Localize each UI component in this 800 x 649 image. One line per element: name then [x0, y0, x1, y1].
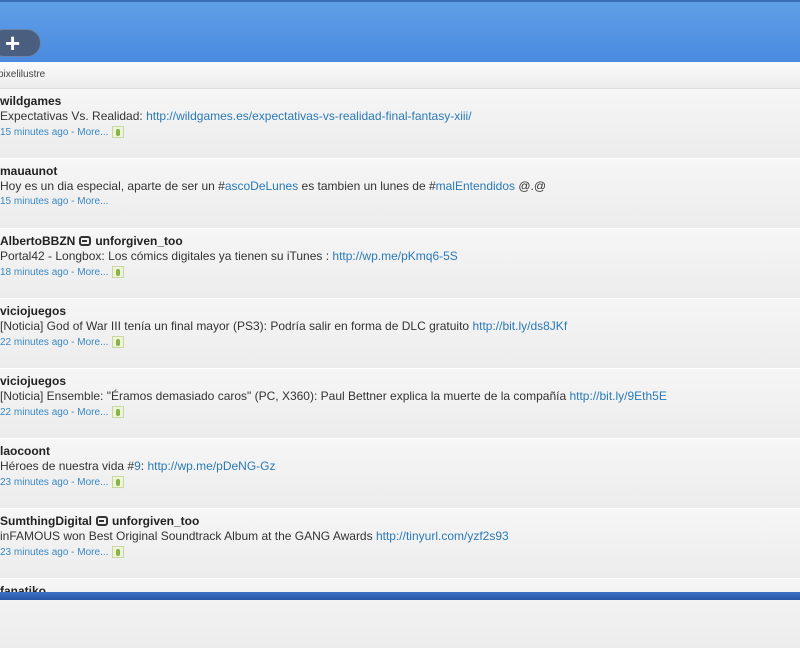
tweet-text-segment: Hoy es un dia especial, aparte de ser un…	[0, 179, 225, 193]
tweet-meta: 18 minutes ago - More...	[0, 266, 800, 278]
tweet-header: AlbertoBBZN unforgiven_too	[0, 234, 800, 248]
timestamp: 23 minutes ago	[0, 476, 69, 488]
location-icon[interactable]	[112, 406, 125, 418]
more-link[interactable]: More...	[77, 337, 108, 348]
tweet-text-segment: Héroes de nuestra vida #	[0, 459, 135, 473]
tweet-header: mauaunot	[0, 164, 800, 178]
timestamp: 22 minutes ago	[0, 336, 69, 348]
tweet-header: laocoont	[0, 444, 800, 458]
tweet-link[interactable]: http://wp.me/pDeNG-Gz	[147, 459, 275, 473]
tweet-row: laocoont Héroes de nuestra vida #9: http:…	[0, 439, 800, 509]
tweet-link[interactable]: malEntendidos	[436, 179, 515, 193]
more-link[interactable]: More...	[77, 477, 108, 488]
tweet-meta: 22 minutes ago - More...	[0, 336, 800, 348]
username[interactable]: viciojuegos	[0, 374, 66, 388]
tweet-link[interactable]: http://bit.ly/9Eth5E	[569, 389, 666, 403]
username[interactable]: wildgames	[0, 94, 61, 108]
tweet-meta: 23 minutes ago - More...	[0, 476, 800, 488]
tweet-text: inFAMOUS won Best Original Soundtrack Al…	[0, 529, 800, 543]
tweet-row: viciojuegos [Noticia] God of War III tení…	[0, 299, 800, 369]
location-icon[interactable]	[112, 546, 125, 558]
timestamp: 15 minutes ago	[0, 126, 69, 138]
tweet-row: wildgames Expectativas Vs. Realidad: http…	[0, 89, 800, 159]
tweet-list: wildgames Expectativas Vs. Realidad: http…	[0, 89, 800, 649]
tweet-header: viciojuegos	[0, 304, 800, 318]
tweet-link[interactable]: http://wildgames.es/expectativas-vs-real…	[146, 109, 471, 123]
tweet-text-segment: Expectativas Vs. Realidad:	[0, 109, 147, 123]
location-icon[interactable]	[112, 126, 125, 138]
tweet-link[interactable]: http://wp.me/pKmq6-5S	[332, 249, 457, 263]
more-link[interactable]: More...	[77, 547, 108, 558]
tweet-text-segment: [Noticia] God of War III tenía un final …	[0, 319, 473, 333]
tweet-header: SumthingDigital unforgiven_too	[0, 514, 800, 528]
tweet-meta: 22 minutes ago - More...	[0, 406, 800, 418]
tweet-row: SumthingDigital unforgiven_too inFAMOUS wo…	[0, 509, 800, 579]
more-link[interactable]: More...	[77, 196, 108, 207]
tweet-link[interactable]: http://tinyurl.com/yzf2s93	[376, 529, 509, 543]
tweet-text: [Noticia] Ensemble: "Éramos demasiado ca…	[0, 389, 800, 403]
tweet-row: fanatiko	[0, 579, 800, 649]
top-bar: +	[0, 0, 800, 62]
username[interactable]: viciojuegos	[0, 304, 66, 318]
tweet-meta: 15 minutes ago - More...	[0, 126, 800, 138]
more-link[interactable]: More...	[77, 407, 108, 418]
location-icon[interactable]	[112, 336, 125, 348]
username[interactable]: laocoont	[0, 444, 50, 458]
username[interactable]: AlbertoBBZN	[0, 234, 75, 248]
retweeter[interactable]: unforgiven_too	[95, 234, 182, 248]
username[interactable]: SumthingDigital	[0, 514, 92, 528]
tweet-text: Héroes de nuestra vida #9: http://wp.me/…	[0, 459, 800, 473]
plus-icon: +	[5, 28, 21, 58]
account-bar: pixelilustre	[0, 62, 800, 89]
timestamp: 23 minutes ago	[0, 546, 69, 558]
bottom-bar	[0, 592, 800, 600]
timestamp: 18 minutes ago	[0, 266, 69, 278]
tweet-meta: 15 minutes ago - More...	[0, 196, 109, 207]
tweet-text: Hoy es un dia especial, aparte de ser un…	[0, 179, 800, 193]
tweet-row: mauaunot Hoy es un dia especial, aparte d…	[0, 159, 800, 229]
tweet-link[interactable]: http://bit.ly/ds8JKf	[472, 319, 567, 333]
tweet-text: Portal42 - Longbox: Los cómics digitales…	[0, 249, 800, 263]
tweet-row: viciojuegos [Noticia] Ensemble: "Éramos d…	[0, 369, 800, 439]
more-link[interactable]: More...	[77, 267, 108, 278]
timestamp: 15 minutes ago	[0, 196, 69, 207]
tweet-header: viciojuegos	[0, 374, 800, 388]
retweeter[interactable]: unforgiven_too	[112, 514, 199, 528]
timestamp: 22 minutes ago	[0, 406, 69, 418]
username[interactable]: mauaunot	[0, 164, 57, 178]
tweet-text: [Noticia] God of War III tenía un final …	[0, 319, 800, 333]
tweet-text-segment: es tambien un lunes de #	[298, 179, 436, 193]
location-icon[interactable]	[112, 266, 125, 278]
tweet-meta: 23 minutes ago - More...	[0, 546, 800, 558]
tweet-text-segment: @.@	[515, 179, 547, 193]
location-icon[interactable]	[112, 476, 125, 488]
retweet-icon	[96, 516, 108, 526]
tweet-text: Expectativas Vs. Realidad: http://wildga…	[0, 109, 800, 123]
add-button[interactable]: +	[0, 29, 41, 57]
tweet-text-segment: Portal42 - Longbox: Los cómics digitales…	[0, 249, 333, 263]
more-link[interactable]: More...	[77, 127, 108, 138]
tweet-link[interactable]: ascoDeLunes	[225, 179, 298, 193]
tweet-text-segment: inFAMOUS won Best Original Soundtrack Al…	[0, 529, 376, 543]
retweet-icon	[79, 236, 92, 246]
tweet-text-segment: [Noticia] Ensemble: "Éramos demasiado ca…	[0, 389, 570, 403]
tweet-row: AlbertoBBZN unforgiven_too Portal42 - Long…	[0, 229, 800, 299]
tweet-link[interactable]: 9	[134, 459, 141, 473]
tweet-header: wildgames	[0, 94, 800, 108]
